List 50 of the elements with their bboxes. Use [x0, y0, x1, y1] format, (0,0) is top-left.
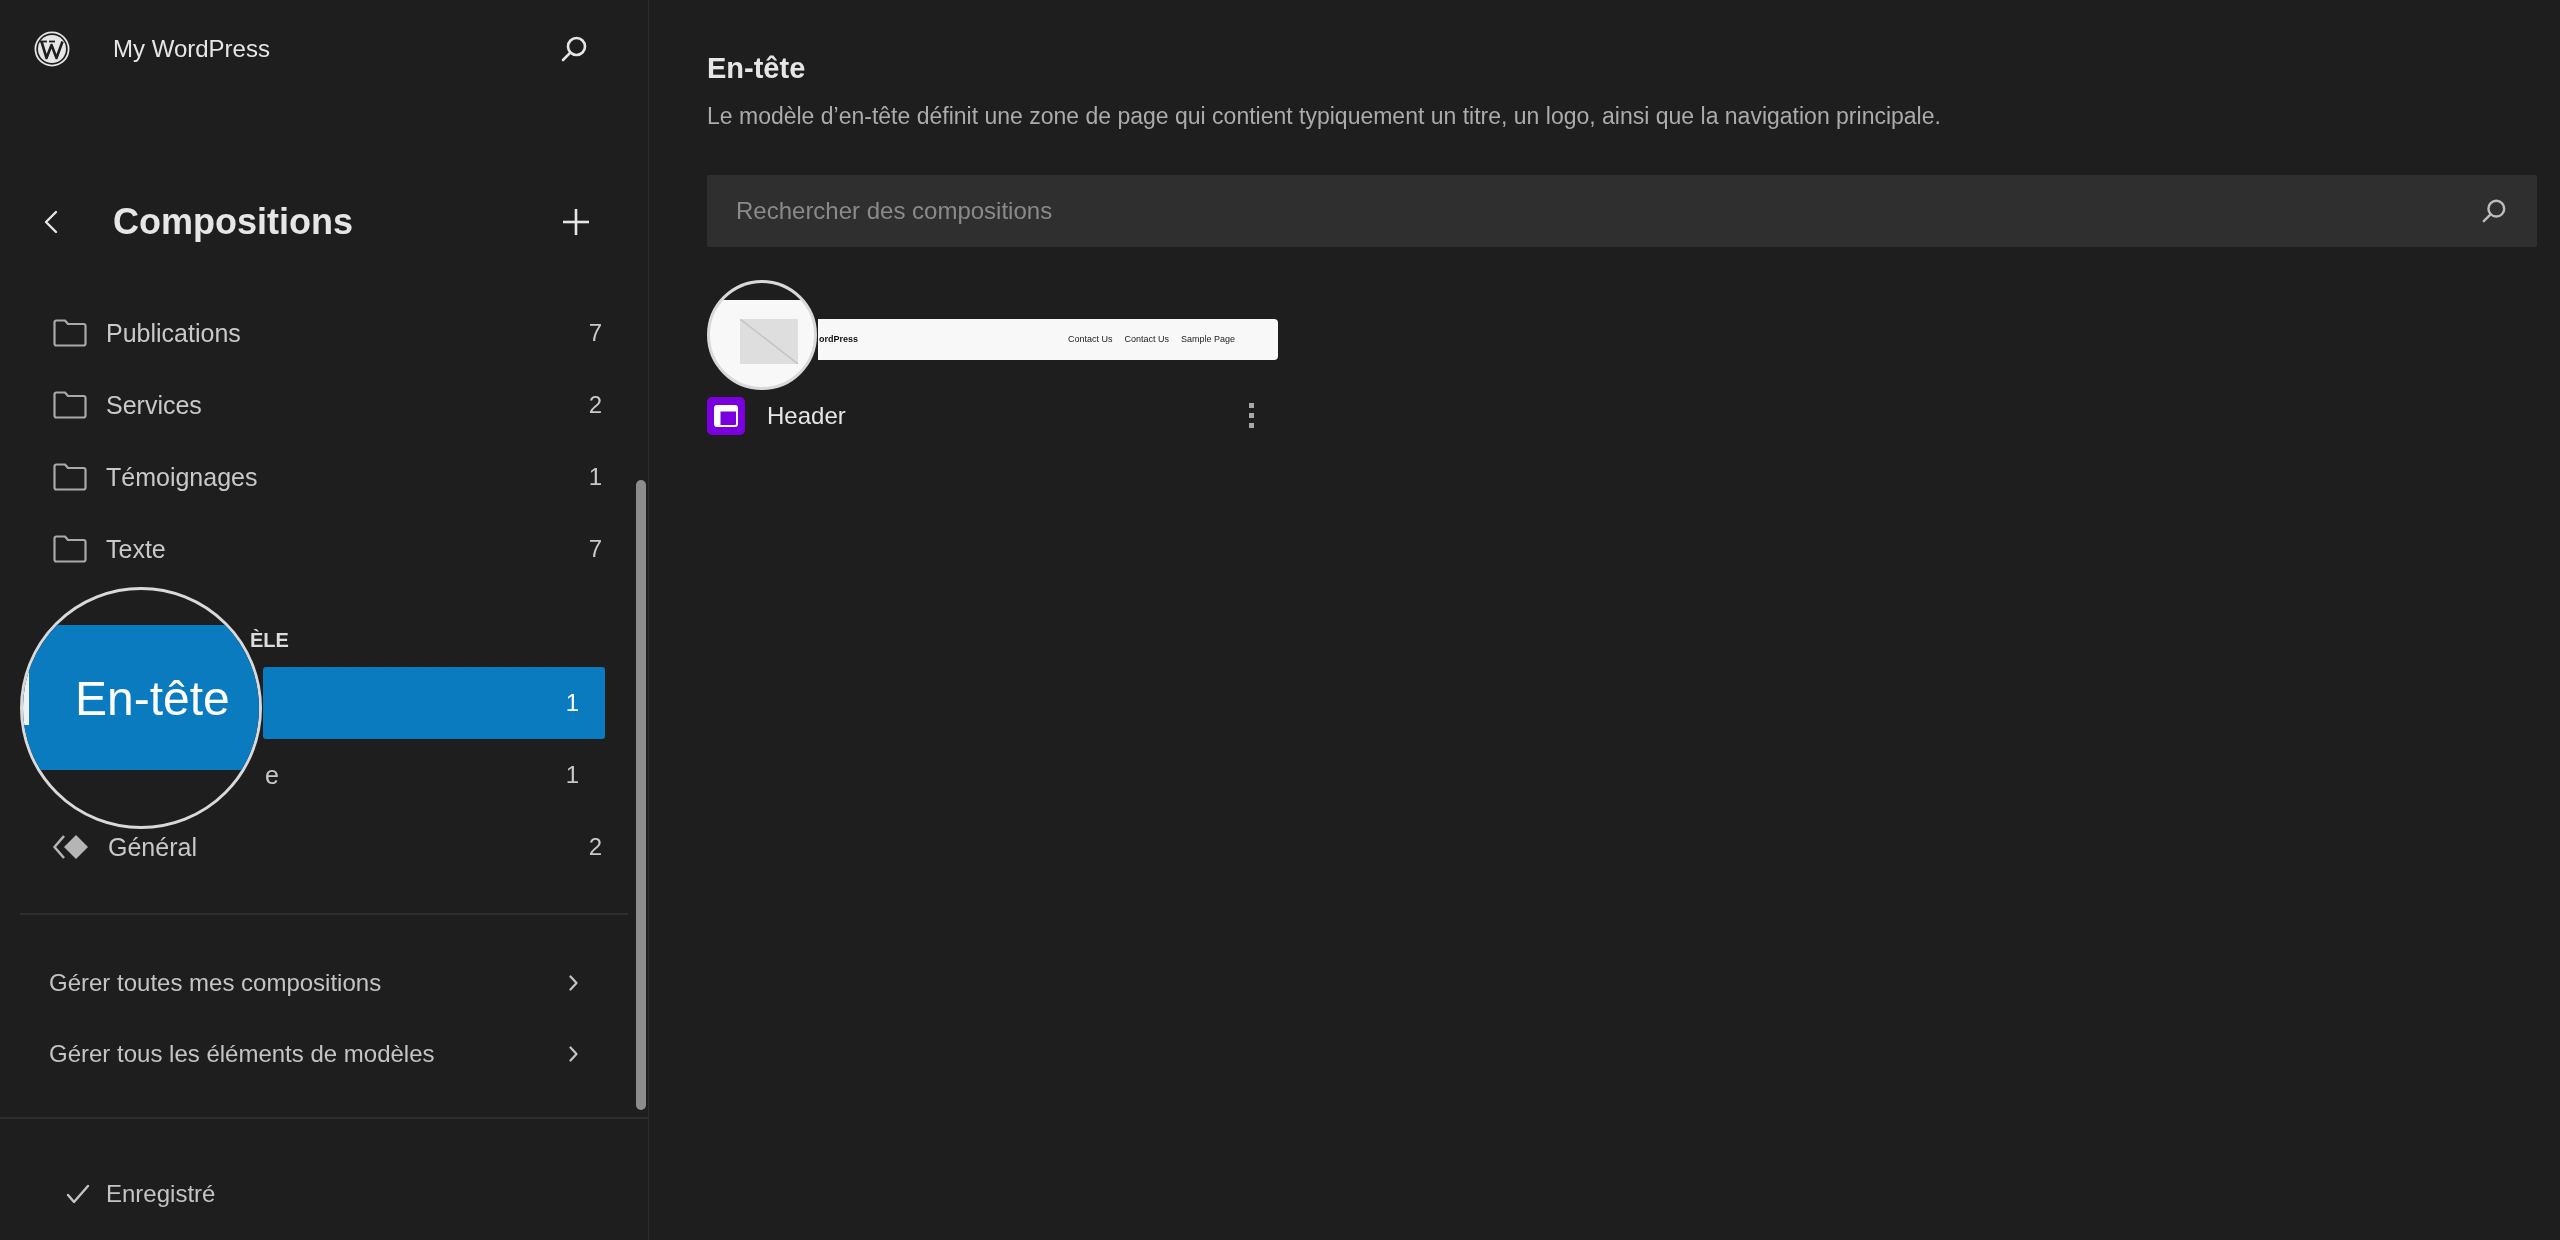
- item-count: 1: [565, 688, 579, 718]
- scrollbar-thumb[interactable]: [636, 480, 646, 1110]
- folder-icon: [53, 535, 87, 563]
- more-options-button[interactable]: [1249, 403, 1254, 428]
- template-part-item[interactable]: 1: [263, 667, 605, 739]
- save-status: Enregistré: [106, 1179, 216, 1209]
- pattern-preview[interactable]: ordPress Contact Us Contact Us Sample Page: [818, 319, 1278, 360]
- preview-site-title: ordPress: [819, 332, 859, 346]
- search-icon: [560, 35, 588, 63]
- magnified-label: En-tête: [75, 670, 230, 727]
- template-part-item[interactable]: Général 2: [20, 811, 628, 883]
- category-item[interactable]: Services 2: [20, 369, 628, 441]
- preview-nav-link: Sample Page: [1180, 332, 1235, 346]
- folder-icon: [53, 391, 87, 419]
- preview-nav-link: Contact Us: [1067, 332, 1113, 346]
- diamond-icon: [53, 834, 89, 860]
- back-button[interactable]: [44, 210, 58, 234]
- category-item[interactable]: Témoignages 1: [20, 441, 628, 513]
- page-title: En-tête: [707, 51, 807, 86]
- item-count: 2: [588, 390, 602, 420]
- item-count: 2: [588, 832, 602, 862]
- item-count: 1: [565, 760, 579, 790]
- page-description: Le modèle d’en-tête définit une zone de page qui contient typiquement un titre, un logo, ainsi que la navigation principale.: [707, 102, 1942, 131]
- search-icon: [2481, 198, 2507, 224]
- category-item[interactable]: Publications 7: [20, 297, 628, 369]
- site-title: My WordPress: [113, 34, 270, 64]
- search-field[interactable]: Rechercher des compositions: [707, 175, 2537, 247]
- item-count: 1: [588, 462, 602, 492]
- header-layout-icon: [707, 396, 745, 435]
- manage-link[interactable]: Gérer tous les éléments de modèles: [20, 1018, 605, 1089]
- folder-icon: [53, 319, 87, 347]
- image-placeholder-icon: [740, 319, 798, 364]
- chevron-right-icon: [569, 974, 578, 991]
- item-count: 7: [588, 318, 602, 348]
- plus-icon: [562, 208, 590, 236]
- sidebar-title: Compositions: [113, 200, 353, 244]
- preview-nav-link: Contact Us: [1124, 332, 1169, 346]
- add-button[interactable]: [562, 208, 590, 236]
- chevron-left-icon: [44, 210, 58, 234]
- chevron-right-icon: [569, 1045, 578, 1062]
- site-logo[interactable]: [34, 31, 70, 67]
- template-part-item[interactable]: e 1: [263, 739, 605, 811]
- vertical-dots-icon: [1249, 403, 1254, 428]
- manage-link[interactable]: Gérer toutes mes compositions: [20, 947, 605, 1018]
- category-item[interactable]: Texte 7: [20, 513, 628, 585]
- checkmark-icon: [66, 1184, 90, 1204]
- item-count: 7: [588, 534, 602, 564]
- section-heading: ÈLE: [250, 628, 289, 652]
- folder-icon: [53, 463, 87, 491]
- pattern-title: Header: [767, 400, 846, 431]
